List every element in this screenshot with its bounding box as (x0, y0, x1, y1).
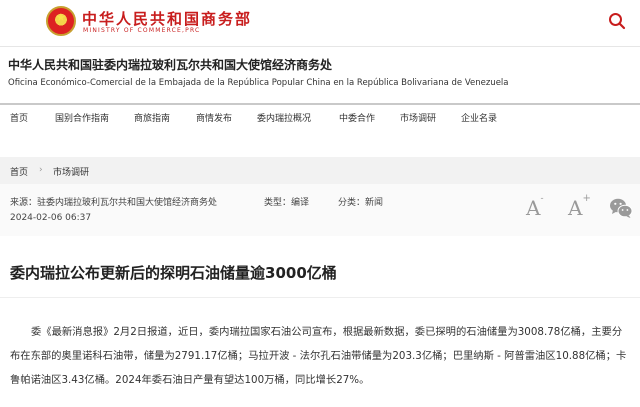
embassy-title-cn[interactable]: 中华人民共和国驻委内瑞拉玻利瓦尔共和国大使馆经济商务处 (8, 56, 332, 73)
nav-item-home[interactable]: 首页 (10, 111, 28, 124)
breadcrumb: 首页 › 市场调研 (0, 157, 640, 184)
nav-item-business-travel[interactable]: 商旅指南 (134, 111, 170, 124)
embassy-title-es: Oficina Económico-Comercial de la Embaja… (8, 78, 509, 88)
nav-item-country-guide[interactable]: 国别合作指南 (55, 111, 109, 124)
article-category: 分类：新闻 (338, 198, 384, 208)
font-decrease-button[interactable]: A- (526, 194, 544, 220)
wechat-share-icon[interactable] (609, 197, 633, 219)
header-divider (0, 46, 640, 47)
font-increase-button[interactable]: A+ (568, 193, 591, 220)
nav-item-business-info[interactable]: 商情发布 (196, 111, 232, 124)
breadcrumb-home[interactable]: 首页 (10, 165, 28, 178)
search-icon[interactable] (608, 12, 626, 30)
font-plus-sign: + (582, 193, 591, 204)
nav-item-china-venezuela[interactable]: 中委合作 (339, 111, 375, 124)
font-decrease-letter: A (526, 196, 541, 220)
breadcrumb-separator: › (39, 165, 43, 175)
article-title: 委内瑞拉公布更新后的探明石油储量逾3000亿桶 (10, 264, 337, 282)
article-type: 类型：编译 (264, 198, 310, 208)
nav-item-market-research[interactable]: 市场调研 (400, 111, 436, 124)
font-minus-sign: - (540, 194, 544, 204)
ministry-name-en: MINISTRY OF COMMERCE,PRC (83, 27, 201, 34)
article-meta: 来源：驻委内瑞拉玻利瓦尔共和国大使馆经济商务处 类型：编译 分类：新闻 2024… (0, 184, 640, 236)
article-date: 2024-02-06 06:37 (10, 213, 92, 223)
title-divider (0, 297, 640, 298)
ministry-name-cn[interactable]: 中华人民共和国商务部 (82, 8, 252, 29)
main-nav: 首页 国别合作指南 商旅指南 商情发布 委内瑞拉概况 中委合作 市场调研 企业名… (0, 103, 640, 129)
nav-item-venezuela-overview[interactable]: 委内瑞拉概况 (257, 111, 311, 124)
site-header: 中华人民共和国商务部 MINISTRY OF COMMERCE,PRC (0, 0, 640, 46)
breadcrumb-current[interactable]: 市场调研 (53, 165, 89, 178)
national-emblem-icon[interactable] (46, 6, 76, 36)
article-source: 来源：驻委内瑞拉玻利瓦尔共和国大使馆经济商务处 (10, 198, 218, 208)
nav-item-company-directory[interactable]: 企业名录 (461, 111, 497, 124)
article-body: 委《最新消息报》2月2日报道，近日，委内瑞拉国家石油公司宣布，根据最新数据，委已… (10, 326, 627, 386)
font-increase-letter: A (568, 196, 583, 220)
